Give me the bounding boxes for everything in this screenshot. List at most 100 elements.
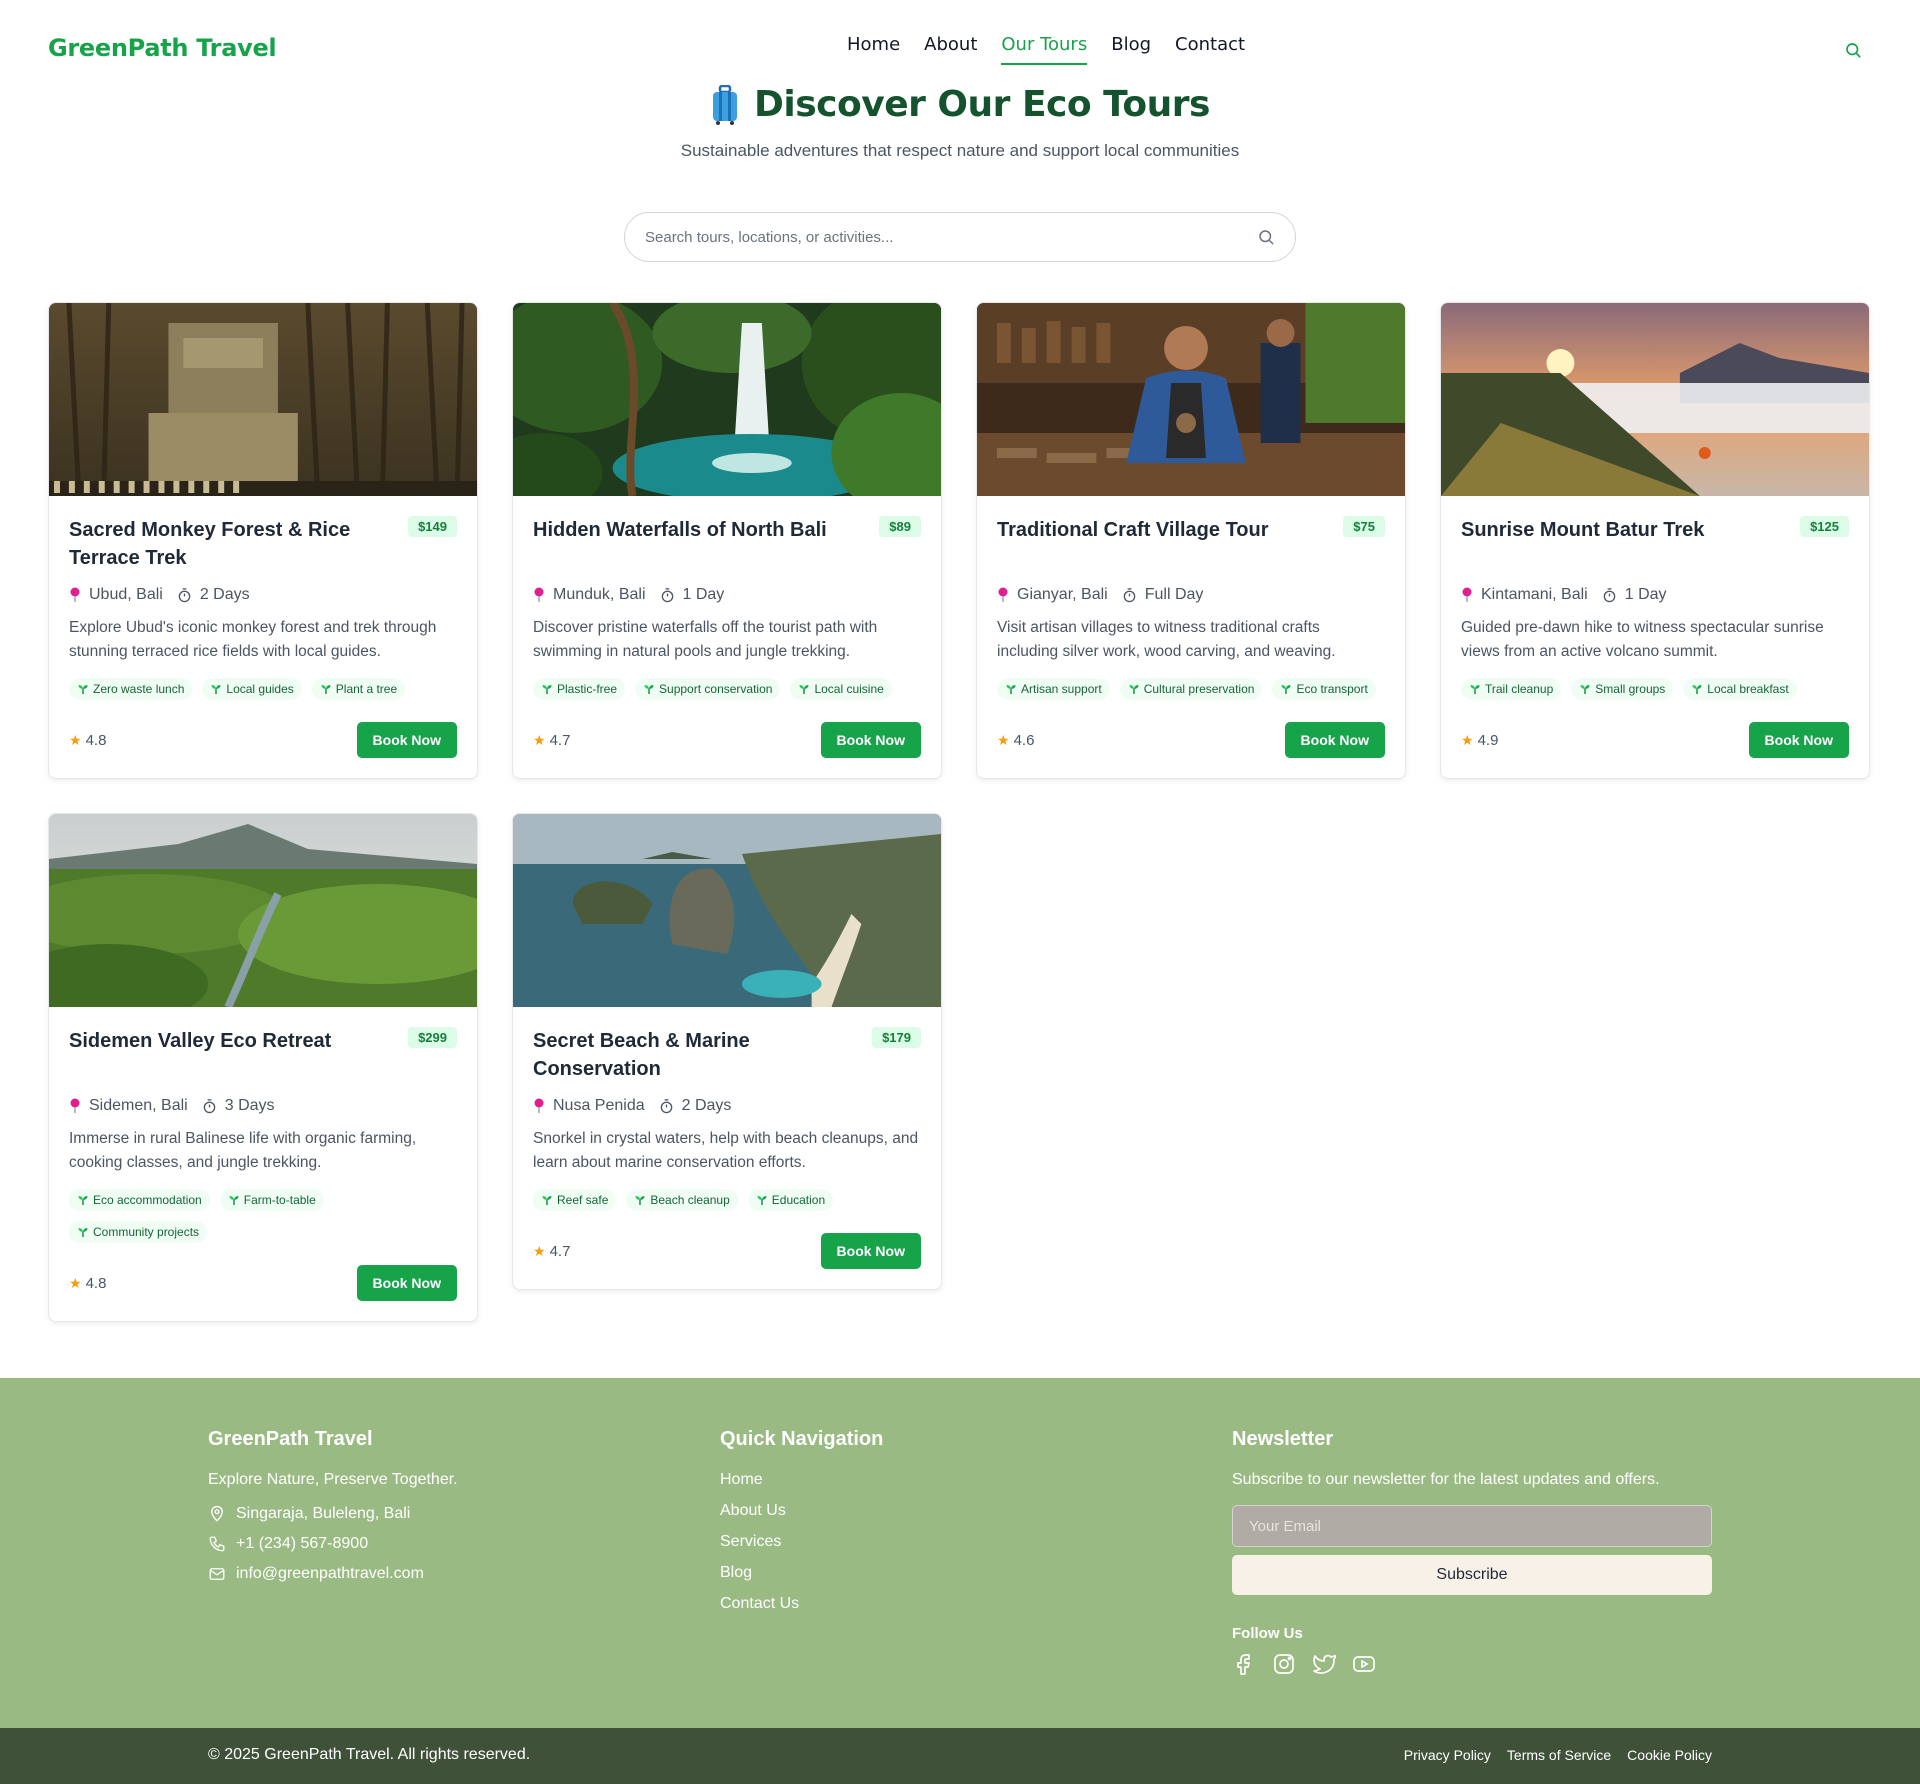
tour-location: Ubud, Bali [69,586,163,604]
search-icon[interactable] [1257,228,1275,246]
location-pin-icon [534,587,544,602]
price-badge: $89 [879,516,921,537]
tour-title[interactable]: Sunrise Mount Batur Trek [1461,516,1704,544]
price-badge: $179 [872,1027,921,1048]
sprout-icon [211,685,221,694]
eco-tag: Local cuisine [790,678,892,700]
social-links [1232,1652,1712,1676]
tour-card-footer: ★ 4.8 Book Now [69,1265,457,1301]
footer-link-about[interactable]: About Us [720,1502,883,1520]
tour-card: Sacred Monkey Forest & Rice Terrace Trek… [48,302,478,779]
cookie-policy-link[interactable]: Cookie Policy [1627,1747,1712,1763]
search-icon[interactable] [1844,41,1862,59]
nav-our-tours[interactable]: Our Tours [1001,34,1087,65]
tour-image-cliff-beach[interactable] [513,814,941,1007]
footer-brand: GreenPath Travel [208,1428,373,1450]
tour-title[interactable]: Hidden Waterfalls of North Bali [533,516,827,544]
bottom-bar: © 2025 GreenPath Travel. All rights rese… [0,1728,1920,1784]
tour-meta: Kintamani, Bali 1 Day [1461,586,1849,604]
stopwatch-icon [661,588,673,603]
footer-quick-nav: Quick Navigation Home About Us Services … [720,1428,883,1626]
tour-card-body: Sunrise Mount Batur Trek $125 Kintamani,… [1441,496,1869,778]
tour-title[interactable]: Traditional Craft Village Tour [997,516,1269,544]
tour-description: Snorkel in crystal waters, help with bea… [533,1130,919,1171]
tour-description: Discover pristine waterfalls off the tou… [533,619,878,660]
footer-link-home[interactable]: Home [720,1471,883,1489]
tour-meta: Ubud, Bali 2 Days [69,586,457,604]
newsletter-email-field[interactable] [1232,1505,1712,1547]
book-now-button[interactable]: Book Now [1748,722,1849,758]
privacy-policy-link[interactable]: Privacy Policy [1404,1747,1491,1763]
book-now-button[interactable]: Book Now [820,722,921,758]
nav-contact[interactable]: Contact [1175,34,1245,65]
tour-image-forest-temple[interactable] [49,303,477,496]
eco-tag: Zero waste lunch [69,678,193,700]
tour-description: Visit artisan villages to witness tradit… [997,619,1336,660]
page-title: Discover Our Eco Tours [754,84,1210,125]
stopwatch-icon [1123,588,1136,603]
tour-meta: Munduk, Bali 1 Day [533,586,921,604]
eco-tag: Plant a tree [311,678,406,700]
copyright-text: © 2025 GreenPath Travel. All rights rese… [208,1746,531,1763]
book-now-button[interactable]: Book Now [1284,722,1385,758]
tour-card-body: Hidden Waterfalls of North Bali $89 Mund… [513,496,941,778]
quick-nav-title: Quick Navigation [720,1428,884,1450]
tour-rating: ★ 4.6 [997,732,1034,749]
tour-image-craft-workshop[interactable] [977,303,1405,496]
hero-heading: Discover Our Eco Tours [0,84,1920,125]
eco-tags: Trail cleanup Small groups Local breakfa… [1461,678,1849,700]
facebook-icon[interactable] [1232,1652,1256,1676]
map-pin-icon [211,1505,223,1522]
rating-value: 4.8 [85,1274,107,1292]
footer-link-services[interactable]: Services [720,1533,883,1551]
tour-title[interactable]: Sidemen Valley Eco Retreat [69,1027,331,1055]
footer-link-blog[interactable]: Blog [720,1564,883,1582]
tour-card-header: Sunrise Mount Batur Trek $125 [1461,516,1849,574]
tour-image-volcano-sunrise[interactable] [1441,303,1869,496]
search-input[interactable] [645,228,1257,246]
eco-tags: Reef safe Beach cleanup Education [533,1189,921,1211]
nav-home[interactable]: Home [847,34,900,65]
sprout-icon [542,1196,552,1205]
tour-meta: Sidemen, Bali 3 Days [69,1097,457,1115]
tour-image-green-valley[interactable] [49,814,477,1007]
footer-link-contact[interactable]: Contact Us [720,1595,883,1613]
star-icon: ★ [69,1274,82,1291]
eco-tag: Local guides [202,678,302,700]
tour-image-waterfall[interactable] [513,303,941,496]
sprout-icon [644,685,654,694]
newsletter-text: Subscribe to our newsletter for the late… [1232,1471,1660,1488]
eco-tag: Reef safe [533,1189,617,1211]
sprout-icon [757,1196,767,1205]
nav-about[interactable]: About [924,34,977,65]
eco-tag: Community projects [69,1221,208,1243]
terms-of-service-link[interactable]: Terms of Service [1507,1747,1611,1763]
tour-title[interactable]: Secret Beach & Marine Conservation [533,1027,864,1083]
twitter-icon[interactable] [1312,1652,1336,1676]
sprout-icon [1006,685,1016,694]
subscribe-button[interactable]: Subscribe [1232,1555,1712,1595]
sprout-icon [229,1196,239,1205]
site-footer: GreenPath Travel Explore Nature, Preserv… [0,1378,1920,1728]
sprout-icon [1129,685,1139,694]
tour-duration-text: 3 Days [224,1097,275,1114]
site-logo[interactable]: GreenPath Travel [48,34,277,62]
tour-rating: ★ 4.8 [69,732,106,749]
tour-duration-text: 2 Days [199,586,250,603]
book-now-button[interactable]: Book Now [820,1233,921,1269]
youtube-icon[interactable] [1352,1652,1376,1676]
tour-location-text: Munduk, Bali [553,586,646,603]
book-now-button[interactable]: Book Now [356,722,457,758]
tour-location-text: Ubud, Bali [89,586,163,603]
eco-tag: Cultural preservation [1119,678,1263,700]
book-now-button[interactable]: Book Now [356,1265,457,1301]
instagram-icon[interactable] [1272,1652,1296,1676]
nav-blog[interactable]: Blog [1111,34,1151,65]
tour-card-header: Traditional Craft Village Tour $75 [997,516,1385,574]
stopwatch-icon [660,1099,672,1114]
follow-us-label: Follow Us [1232,1625,1303,1642]
sprout-icon [1580,685,1590,694]
tour-rating: ★ 4.8 [69,1275,106,1292]
eco-tags: Eco accommodation Farm-to-table Communit… [69,1189,457,1243]
tour-title[interactable]: Sacred Monkey Forest & Rice Terrace Trek [69,516,400,572]
